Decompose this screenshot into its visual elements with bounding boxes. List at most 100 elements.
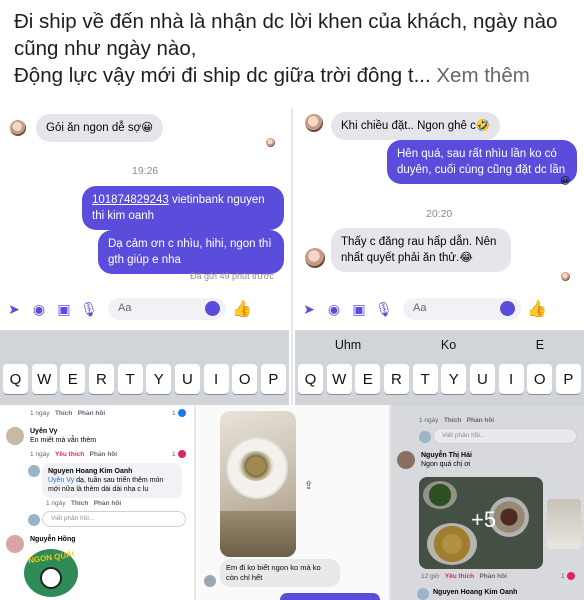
love-link[interactable]: Yêu thích: [55, 451, 84, 458]
like-reaction-icon: [177, 409, 186, 417]
food-photo[interactable]: [220, 411, 296, 557]
message-input[interactable]: Aa: [108, 298, 226, 320]
photo-icon[interactable]: ▣: [53, 298, 75, 320]
message-out: Hên quá, sau rất nhìu lần ko có duyên, c…: [387, 140, 577, 184]
divider: [291, 108, 293, 405]
camera-icon[interactable]: ◉: [323, 298, 345, 320]
like-icon[interactable]: 👍: [232, 299, 252, 319]
love-link[interactable]: Yêu thích: [445, 573, 474, 580]
key-u[interactable]: U: [469, 364, 495, 394]
key-r[interactable]: R: [88, 364, 114, 394]
reply-link[interactable]: Phản hồi: [479, 573, 506, 580]
message-composer: ➤ ◉ ▣ 🎙 Aa 👍: [295, 296, 584, 322]
like-link[interactable]: Thích: [71, 500, 88, 507]
microphone-icon[interactable]: 🎙: [78, 298, 100, 320]
avatar: [419, 431, 431, 443]
key-p[interactable]: P: [555, 364, 581, 394]
emoji-icon[interactable]: [205, 301, 220, 316]
send-location-icon[interactable]: ➤: [3, 298, 25, 320]
send-location-icon[interactable]: ➤: [298, 298, 320, 320]
key-o[interactable]: O: [527, 364, 553, 394]
side-photo[interactable]: [547, 499, 581, 549]
account-number-link[interactable]: 101874829243: [92, 194, 169, 206]
love-reaction-icon: [566, 572, 575, 580]
reaction-number: 1: [172, 450, 176, 458]
message-input-placeholder: Aa: [413, 302, 427, 314]
reply-link[interactable]: Phản hồi: [94, 500, 121, 507]
chat-screenshot-left: Gỏi ăn ngon dễ sợ😀 19:26 101874829243 vi…: [0, 108, 289, 405]
key-r[interactable]: R: [383, 364, 409, 394]
camera-icon[interactable]: ◉: [28, 298, 50, 320]
comment-meta: 1 ngày Thích Phản hồi: [46, 500, 121, 507]
key-p[interactable]: P: [260, 364, 286, 394]
reply-link[interactable]: Phản hồi: [90, 451, 117, 458]
commenter-name[interactable]: Nguyễn Thị Hải: [421, 451, 472, 460]
post-caption: Đi ship về đến nhà là nhận dc lời khen c…: [14, 8, 574, 89]
comment-oanh: Nguyen Hoang Kim Oanh: [431, 586, 519, 599]
sticker-face: [40, 567, 62, 589]
comment-meta: 1 ngày Thích Phản hồi: [30, 410, 105, 417]
commenter-name[interactable]: Nguyen Hoang Kim Oanh: [48, 467, 176, 476]
like-link[interactable]: Thích: [55, 410, 72, 417]
reply-input[interactable]: Viết phản hồi...: [433, 428, 577, 444]
comment-nguyen-thi-hai: Nguyễn Thị Hải Ngon quá chị ơi: [419, 449, 474, 471]
mention-tag[interactable]: Uyên Vy: [48, 477, 74, 484]
emoji-icon[interactable]: [500, 301, 515, 316]
key-w[interactable]: W: [31, 364, 57, 394]
reply-link[interactable]: Phản hồi: [78, 410, 105, 417]
comment-text: En miết mà vẫn thèm: [30, 437, 97, 444]
contact-avatar: [305, 248, 325, 268]
sent-status: Đã gửi 49 phút trước: [190, 271, 274, 281]
like-icon[interactable]: 👍: [527, 299, 547, 319]
see-more-link[interactable]: Xem thêm: [436, 64, 529, 87]
suggestion-3[interactable]: E: [536, 338, 544, 352]
like-link[interactable]: Thích: [444, 417, 461, 424]
key-q[interactable]: Q: [298, 364, 323, 394]
photo-icon[interactable]: ▣: [348, 298, 370, 320]
message-input[interactable]: Aa: [403, 298, 521, 320]
key-q[interactable]: Q: [3, 364, 28, 394]
commenter-name[interactable]: Nguyen Hoang Kim Oanh: [433, 588, 517, 597]
chat-photo-screenshot: ⇪ Em đi ko biết ngon ko mà ko còn chỉ hế…: [196, 405, 389, 600]
comment-meta: 1 ngày Thích Phản hồi: [419, 417, 494, 424]
avatar: [204, 575, 216, 587]
photo-gallery[interactable]: +5: [419, 477, 543, 569]
comments-screenshot-1: 1 ngày Thích Phản hồi 1 Uyên Vy En miết …: [0, 405, 194, 600]
comment-uyen-vy: Uyên Vy En miết mà vẫn thèm: [28, 425, 98, 447]
caption-line1: Đi ship về đến nhà là nhận dc lời khen c…: [14, 10, 558, 60]
comments-screenshot-2: 1 ngày Thích Phản hồi Viết phản hồi... N…: [391, 405, 584, 600]
key-t[interactable]: T: [412, 364, 438, 394]
leftover-food: [238, 451, 274, 481]
reply-link[interactable]: Phản hồi: [467, 417, 494, 424]
contact-avatar: [10, 120, 26, 136]
comment-nguyen-hong: Nguyễn Hồng: [28, 533, 78, 546]
keyboard-suggestions: Uhm Ko E: [295, 330, 584, 360]
commenter-name[interactable]: Nguyễn Hồng: [30, 535, 76, 544]
avatar: [417, 588, 429, 600]
sticker: NGON QUÁ!: [24, 549, 78, 597]
contact-avatar: [305, 114, 323, 132]
key-i[interactable]: I: [498, 364, 524, 394]
comment-meta: 1 ngày Yêu thích Phản hồi: [30, 451, 117, 458]
key-y[interactable]: Y: [146, 364, 172, 394]
keyboard-row: QWERTYUIOP: [295, 360, 584, 400]
suggestion-1[interactable]: Uhm: [335, 338, 361, 352]
share-icon[interactable]: ⇪: [304, 479, 313, 492]
reply-input[interactable]: Viết phản hồi...: [42, 511, 186, 527]
key-w[interactable]: W: [326, 364, 352, 394]
message-out-account: 101874829243 vietinbank nguyen thi kim o…: [82, 186, 284, 230]
suggestion-2[interactable]: Ko: [441, 338, 456, 352]
key-u[interactable]: U: [174, 364, 200, 394]
reaction-count: 1: [561, 572, 575, 580]
commenter-name[interactable]: Uyên Vy: [30, 427, 96, 436]
microphone-icon[interactable]: 🎙: [373, 298, 395, 320]
key-o[interactable]: O: [232, 364, 258, 394]
key-t[interactable]: T: [117, 364, 143, 394]
key-y[interactable]: Y: [441, 364, 467, 394]
love-reaction-icon: [177, 450, 186, 458]
key-i[interactable]: I: [203, 364, 229, 394]
comment-text: Ngon quá chị ơi: [421, 461, 471, 468]
comment-meta: 12 giờ Yêu thích Phản hồi: [421, 573, 507, 580]
key-e[interactable]: E: [355, 364, 381, 394]
key-e[interactable]: E: [60, 364, 86, 394]
